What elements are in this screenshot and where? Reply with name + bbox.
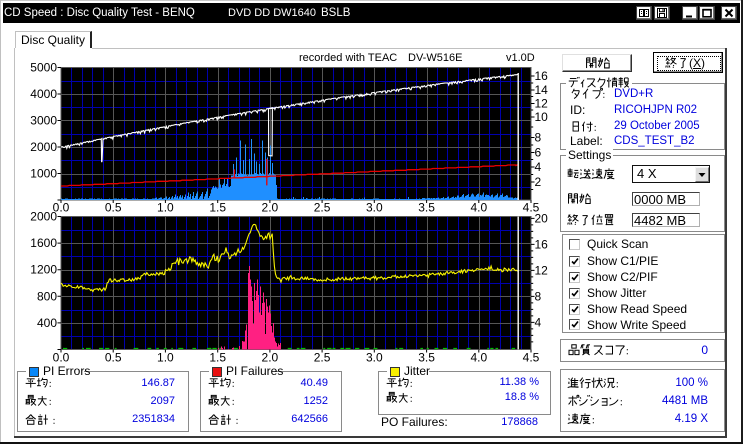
svg-text:2.0: 2.0 [262,201,279,215]
svg-text:3.0: 3.0 [366,201,383,215]
svg-text:1.0: 1.0 [157,201,174,215]
svg-text:16: 16 [535,69,549,83]
svg-text:3.5: 3.5 [418,351,435,365]
svg-text:20: 20 [535,211,549,225]
svg-text:2.0: 2.0 [262,351,279,365]
svg-text:1000: 1000 [30,167,57,181]
svg-text:4: 4 [535,160,542,174]
svg-text:1.5: 1.5 [209,351,226,365]
svg-text:3.5: 3.5 [418,201,435,215]
svg-text:12: 12 [535,263,549,277]
svg-text:4.5: 4.5 [523,351,540,365]
svg-text:1.0: 1.0 [157,351,174,365]
svg-text:4.0: 4.0 [470,201,487,215]
svg-text:4: 4 [535,315,542,329]
svg-text:2.5: 2.5 [314,201,331,215]
svg-text:10: 10 [535,110,549,124]
svg-text:recorded with TEAC: recorded with TEAC [299,52,397,64]
svg-text:400: 400 [37,316,57,330]
svg-text:8: 8 [535,131,542,145]
svg-text:0.5: 0.5 [105,201,122,215]
svg-text:0.0: 0.0 [53,351,70,365]
svg-text:2: 2 [535,175,542,189]
svg-text:5000: 5000 [30,61,57,75]
svg-text:v1.0D: v1.0D [506,52,535,64]
svg-text:14: 14 [535,83,549,97]
svg-text:12: 12 [535,97,549,111]
svg-text:0.0: 0.0 [53,201,70,215]
svg-text:0.5: 0.5 [105,351,122,365]
svg-text:3.0: 3.0 [366,351,383,365]
svg-text:1.5: 1.5 [209,201,226,215]
svg-text:4000: 4000 [30,87,57,101]
svg-text:16: 16 [535,237,549,251]
svg-text:3000: 3000 [30,114,57,128]
svg-text:800: 800 [37,289,57,303]
svg-text:4.0: 4.0 [470,351,487,365]
svg-text:6: 6 [535,146,542,160]
svg-text:1600: 1600 [30,236,57,250]
svg-text:1200: 1200 [30,263,57,277]
svg-text:8: 8 [535,289,542,303]
svg-text:2.5: 2.5 [314,351,331,365]
svg-text:2000: 2000 [30,140,57,154]
svg-text:DV-W516E: DV-W516E [408,52,462,64]
